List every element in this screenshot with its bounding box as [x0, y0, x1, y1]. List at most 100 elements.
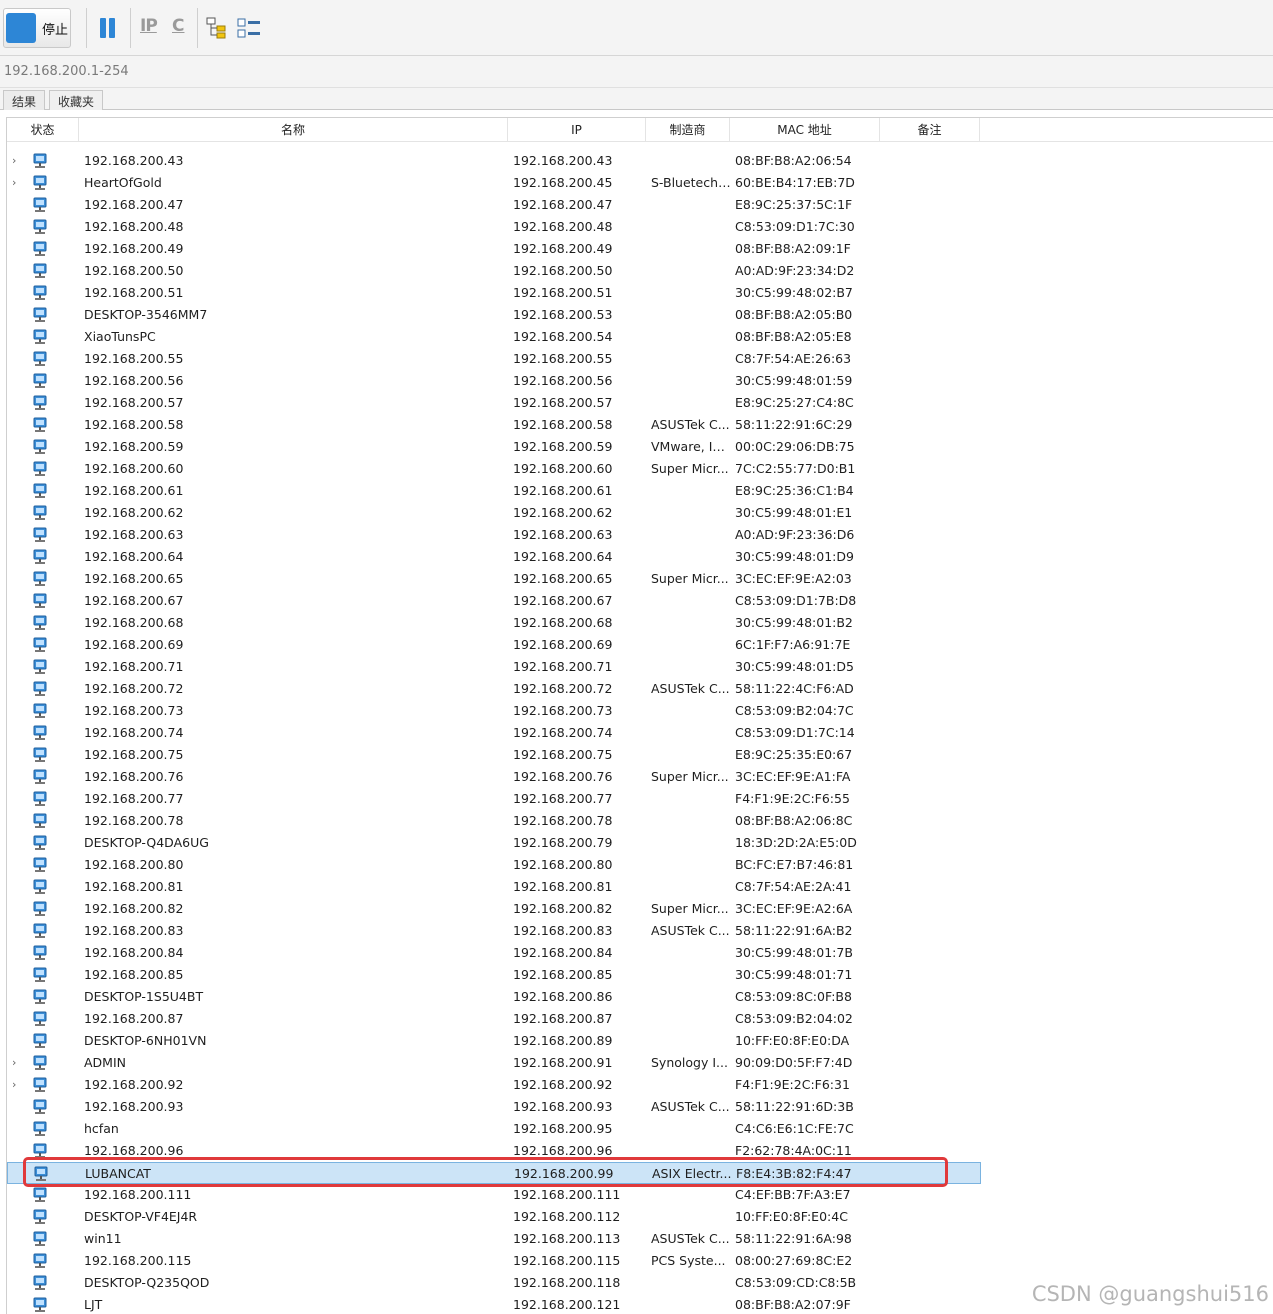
device-name-cell: 192.168.200.84: [84, 945, 184, 960]
mac-cell: 08:BF:B8:A2:09:1F: [735, 241, 851, 256]
mac-cell: F2:62:78:4A:0C:11: [735, 1143, 852, 1158]
table-row[interactable]: 192.168.200.111 192.168.200.111 C4:EF:BB:7…: [7, 1184, 1273, 1206]
table-row[interactable]: 192.168.200.87 192.168.200.87 C8:53:09:B2:…: [7, 1008, 1273, 1030]
device-name-cell: 192.168.200.82: [84, 901, 184, 916]
table-row[interactable]: 192.168.200.75 192.168.200.75 E8:9C:25:35:…: [7, 744, 1273, 766]
tab-bar: 结果 收藏夹: [0, 88, 1273, 110]
vendor-cell: ASUSTek C...: [651, 417, 730, 432]
mac-cell: C8:53:09:D1:7C:14: [735, 725, 855, 740]
table-row[interactable]: 192.168.200.84 192.168.200.84 30:C5:99:48:…: [7, 942, 1273, 964]
table-row[interactable]: 192.168.200.60 192.168.200.60 Super Micr..…: [7, 458, 1273, 480]
table-row[interactable]: DESKTOP-Q4DA6UG 192.168.200.79 18:3D:2D:2A…: [7, 832, 1273, 854]
table-row[interactable]: 192.168.200.83 192.168.200.83 ASUSTek C...…: [7, 920, 1273, 942]
mac-cell: 58:11:22:4C:F6:AD: [735, 681, 854, 696]
table-row[interactable]: 192.168.200.96 192.168.200.96 F2:62:78:4A:…: [7, 1140, 1273, 1162]
table-row[interactable]: › ADMIN 192.168.200.91 Synology I... 90:09:D…: [7, 1052, 1273, 1074]
table-row[interactable]: 192.168.200.76 192.168.200.76 Super Micr..…: [7, 766, 1273, 788]
tab-favorites[interactable]: 收藏夹: [49, 90, 104, 110]
table-row[interactable]: 192.168.200.47 192.168.200.47 E8:9C:25:37:…: [7, 194, 1273, 216]
device-name-cell: LUBANCAT: [85, 1166, 151, 1181]
table-row[interactable]: 192.168.200.57 192.168.200.57 E8:9C:25:27:…: [7, 392, 1273, 414]
table-row[interactable]: 192.168.200.59 192.168.200.59 VMware, Inc.…: [7, 436, 1273, 458]
c-icon[interactable]: C: [172, 16, 184, 40]
table-row[interactable]: 192.168.200.56 192.168.200.56 30:C5:99:48:…: [7, 370, 1273, 392]
table-row[interactable]: 192.168.200.82 192.168.200.82 Super Micr..…: [7, 898, 1273, 920]
ip-cell: 192.168.200.55: [513, 351, 613, 366]
device-name-cell: 192.168.200.56: [84, 373, 184, 388]
computer-icon: [32, 725, 48, 741]
column-header-mac[interactable]: MAC 地址: [730, 118, 880, 142]
computer-icon: [32, 549, 48, 565]
expand-chevron-icon[interactable]: ›: [12, 172, 22, 194]
table-row[interactable]: 192.168.200.62 192.168.200.62 30:C5:99:48:…: [7, 502, 1273, 524]
table-row[interactable]: 192.168.200.74 192.168.200.74 C8:53:09:D1:…: [7, 722, 1273, 744]
ip-icon[interactable]: IP: [140, 16, 158, 40]
table-row[interactable]: 192.168.200.51 192.168.200.51 30:C5:99:48:…: [7, 282, 1273, 304]
table-row[interactable]: › 192.168.200.43 192.168.200.43 08:BF:B8:A2…: [7, 150, 1273, 172]
pause-icon[interactable]: [98, 16, 118, 40]
stop-button[interactable]: 停止: [3, 8, 71, 48]
table-row[interactable]: win11 192.168.200.113 ASUSTek C... 58:11:22…: [7, 1228, 1273, 1250]
device-name-cell: 192.168.200.115: [84, 1253, 192, 1268]
ip-cell: 192.168.200.99: [514, 1166, 614, 1181]
table-row[interactable]: 192.168.200.68 192.168.200.68 30:C5:99:48:…: [7, 612, 1273, 634]
table-row[interactable]: 192.168.200.69 192.168.200.69 6C:1F:F7:A6:…: [7, 634, 1273, 656]
device-name-cell: 192.168.200.65: [84, 571, 184, 586]
computer-icon: [32, 637, 48, 653]
table-row[interactable]: 192.168.200.77 192.168.200.77 F4:F1:9E:2C:…: [7, 788, 1273, 810]
tab-results[interactable]: 结果: [3, 90, 46, 110]
device-name-cell: 192.168.200.68: [84, 615, 184, 630]
table-row[interactable]: › 192.168.200.92 192.168.200.92 F4:F1:9E:2C…: [7, 1074, 1273, 1096]
table-row[interactable]: 192.168.200.72 192.168.200.72 ASUSTek C...…: [7, 678, 1273, 700]
vendor-cell: Synology I...: [651, 1055, 728, 1070]
device-name-cell: LJT: [84, 1297, 103, 1312]
table-row[interactable]: DESKTOP-VF4EJ4R 192.168.200.112 10:FF:E0:8…: [7, 1206, 1273, 1228]
table-row[interactable]: 192.168.200.50 192.168.200.50 A0:AD:9F:23:…: [7, 260, 1273, 282]
computer-icon: [32, 1077, 48, 1093]
vendor-cell: Super Micr...: [651, 901, 729, 916]
table-row[interactable]: › HeartOfGold 192.168.200.45 S-Bluetech ...…: [7, 172, 1273, 194]
table-row[interactable]: DESKTOP-1S5U4BT 192.168.200.86 C8:53:09:8C…: [7, 986, 1273, 1008]
table-row[interactable]: 192.168.200.64 192.168.200.64 30:C5:99:48:…: [7, 546, 1273, 568]
device-name-cell: 192.168.200.62: [84, 505, 184, 520]
table-row[interactable]: 192.168.200.67 192.168.200.67 C8:53:09:D1:…: [7, 590, 1273, 612]
ip-cell: 192.168.200.81: [513, 879, 613, 894]
column-header-name[interactable]: 名称: [79, 118, 508, 142]
table-row[interactable]: 192.168.200.58 192.168.200.58 ASUSTek C...…: [7, 414, 1273, 436]
table-row[interactable]: 192.168.200.63 192.168.200.63 A0:AD:9F:23:…: [7, 524, 1273, 546]
device-name-cell: 192.168.200.67: [84, 593, 184, 608]
expand-chevron-icon[interactable]: ›: [12, 150, 22, 172]
expand-chevron-icon[interactable]: ›: [12, 1052, 22, 1074]
table-row[interactable]: 192.168.200.73 192.168.200.73 C8:53:09:B2:…: [7, 700, 1273, 722]
table-row[interactable]: DESKTOP-3546MM7 192.168.200.53 08:BF:B8:A2…: [7, 304, 1273, 326]
ip-cell: 192.168.200.59: [513, 439, 613, 454]
table-row[interactable]: 192.168.200.49 192.168.200.49 08:BF:B8:A2:…: [7, 238, 1273, 260]
column-header-vendor[interactable]: 制造商: [646, 118, 730, 142]
table-row[interactable]: 192.168.200.80 192.168.200.80 BC:FC:E7:B7:…: [7, 854, 1273, 876]
table-row[interactable]: 192.168.200.55 192.168.200.55 C8:7F:54:AE:…: [7, 348, 1273, 370]
list-view-icon[interactable]: [237, 16, 261, 40]
table-row[interactable]: 192.168.200.93 192.168.200.93 ASUSTek C...…: [7, 1096, 1273, 1118]
mac-cell: 08:BF:B8:A2:07:9F: [735, 1297, 851, 1312]
device-name-cell: 192.168.200.76: [84, 769, 184, 784]
table-row[interactable]: 192.168.200.71 192.168.200.71 30:C5:99:48:…: [7, 656, 1273, 678]
table-row[interactable]: 192.168.200.61 192.168.200.61 E8:9C:25:36:…: [7, 480, 1273, 502]
table-row[interactable]: DESKTOP-6NH01VN 192.168.200.89 10:FF:E0:8F…: [7, 1030, 1273, 1052]
table-row[interactable]: 192.168.200.81 192.168.200.81 C8:7F:54:AE:…: [7, 876, 1273, 898]
table-row[interactable]: 192.168.200.48 192.168.200.48 C8:53:09:D1:…: [7, 216, 1273, 238]
mac-cell: 08:BF:B8:A2:06:54: [735, 153, 852, 168]
table-row[interactable]: hcfan 192.168.200.95 C4:C6:E6:1C:FE:7C: [7, 1118, 1273, 1140]
ip-cell: 192.168.200.96: [513, 1143, 613, 1158]
computer-icon: [32, 329, 48, 345]
tree-view-icon[interactable]: [206, 16, 230, 40]
table-row-selected[interactable]: LUBANCAT 192.168.200.99 ASIX Electr... F8:E…: [7, 1162, 981, 1184]
table-row[interactable]: 192.168.200.65 192.168.200.65 Super Micr..…: [7, 568, 1273, 590]
table-row[interactable]: 192.168.200.115 192.168.200.115 PCS Syste.…: [7, 1250, 1273, 1272]
column-header-note[interactable]: 备注: [880, 118, 980, 142]
ip-range-input[interactable]: 192.168.200.1-254: [0, 56, 1273, 88]
table-row[interactable]: 192.168.200.78 192.168.200.78 08:BF:B8:A2:…: [7, 810, 1273, 832]
expand-chevron-icon[interactable]: ›: [12, 1074, 22, 1096]
table-row[interactable]: XiaoTunsPC 192.168.200.54 08:BF:B8:A2:05:E…: [7, 326, 1273, 348]
column-header-status[interactable]: 状态: [7, 118, 79, 142]
table-row[interactable]: 192.168.200.85 192.168.200.85 30:C5:99:48:…: [7, 964, 1273, 986]
